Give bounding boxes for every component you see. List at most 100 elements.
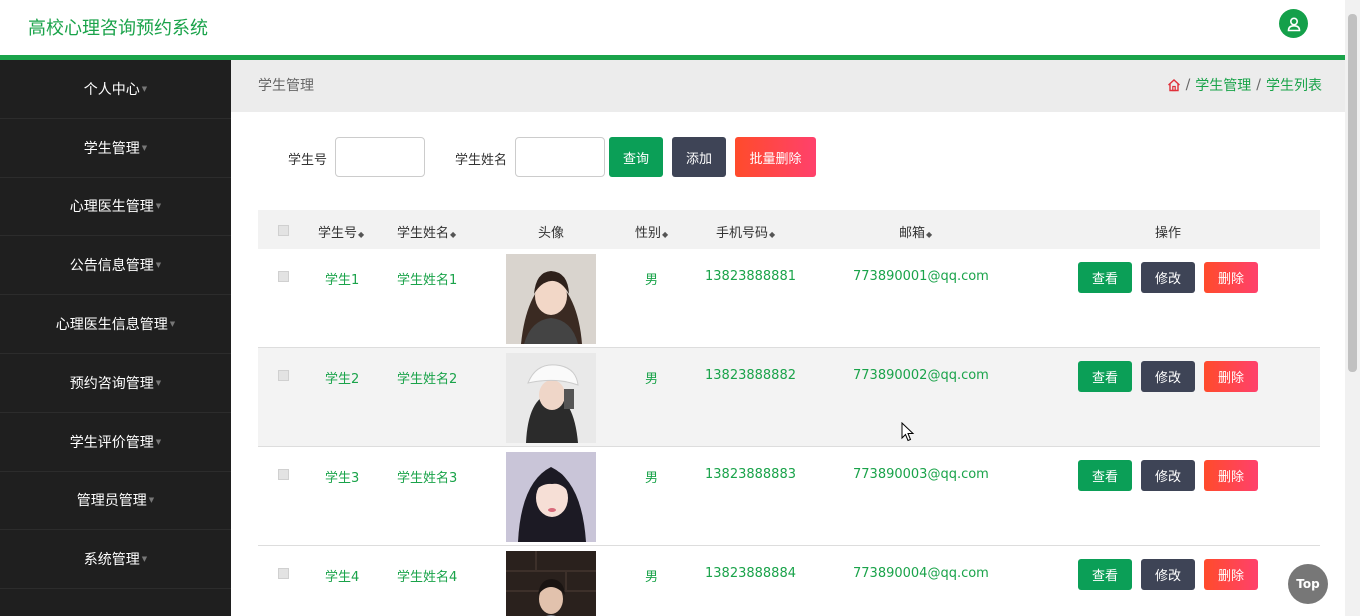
batch-delete-button[interactable]: 批量删除: [735, 137, 816, 177]
table-row: 学生4 学生姓名4 男 13823888884 773890004@qq.com…: [258, 546, 1320, 616]
cell-gender: 男: [645, 570, 659, 585]
cell-student-no: 学生2: [325, 372, 360, 387]
sidebar-item-announcement-management[interactable]: 公告信息管理 ▼: [0, 236, 231, 296]
chevron-down-icon: ▼: [141, 84, 148, 93]
table-row: 学生3 学生姓名3 男 13823888883 773890003@qq.com…: [258, 447, 1320, 546]
breadcrumb-bar: 学生管理 / 学生管理 / 学生列表: [231, 60, 1345, 112]
row-checkbox[interactable]: [278, 568, 289, 579]
header: 高校心理咨询预约系统: [0, 0, 1345, 55]
column-header-avatar: 头像: [538, 226, 565, 241]
student-avatar-image: [506, 452, 596, 542]
view-button[interactable]: 查看: [1078, 262, 1132, 293]
mouse-cursor-icon: [901, 421, 915, 446]
chevron-down-icon: ▼: [169, 320, 176, 329]
student-table: 学生号◆ 学生姓名◆ 头像 性别◆ 手机号码◆ 邮箱◆ 操作 学生1 学生姓名1: [258, 210, 1320, 616]
cell-phone: 13823888882: [705, 368, 796, 383]
sort-icon: ◆: [358, 230, 365, 239]
sidebar-item-admin-management[interactable]: 管理员管理 ▼: [0, 472, 231, 531]
cell-student-no: 学生3: [325, 471, 360, 486]
sort-icon: ◆: [662, 230, 669, 239]
edit-button[interactable]: 修改: [1141, 559, 1195, 590]
user-avatar-button[interactable]: [1279, 9, 1308, 38]
cell-gender: 男: [645, 273, 659, 288]
table-row: 学生2 学生姓名2 男 13823888882 773890002@qq.com…: [258, 348, 1320, 447]
sidebar-item-student-management[interactable]: 学生管理 ▼: [0, 119, 231, 178]
cell-student-name: 学生姓名1: [397, 273, 458, 288]
chevron-down-icon: ▼: [148, 496, 155, 505]
sidebar-item-doctor-info-management[interactable]: 心理医生信息管理 ▼: [0, 295, 231, 354]
student-avatar-image: [506, 254, 596, 344]
view-button[interactable]: 查看: [1078, 361, 1132, 392]
edit-button[interactable]: 修改: [1141, 262, 1195, 293]
chevron-down-icon: ▼: [155, 378, 162, 387]
column-header-actions: 操作: [1155, 226, 1182, 241]
column-header-student-name[interactable]: 学生姓名◆: [397, 222, 456, 241]
cell-student-no: 学生4: [325, 570, 360, 585]
sidebar-item-doctor-management[interactable]: 心理医生管理 ▼: [0, 178, 231, 237]
cell-student-name: 学生姓名3: [397, 471, 458, 486]
chevron-down-icon: ▼: [155, 202, 162, 211]
row-checkbox[interactable]: [278, 370, 289, 381]
query-button[interactable]: 查询: [609, 137, 663, 177]
chevron-down-icon: ▼: [155, 437, 162, 446]
sidebar-item-system-management[interactable]: 系统管理 ▼: [0, 530, 231, 590]
cell-gender: 男: [645, 372, 659, 387]
cell-email: 773890001@qq.com: [853, 269, 989, 284]
page-title: 学生管理: [258, 78, 314, 94]
edit-button[interactable]: 修改: [1141, 361, 1195, 392]
main-content: 学生管理 / 学生管理 / 学生列表 学生号 学生姓名 查询 添加 批量删除 学…: [231, 60, 1345, 616]
edit-button[interactable]: 修改: [1141, 460, 1195, 491]
column-header-student-no[interactable]: 学生号◆: [318, 222, 364, 241]
add-button[interactable]: 添加: [672, 137, 726, 177]
student-no-label: 学生号: [288, 153, 328, 168]
student-no-input[interactable]: [335, 137, 425, 177]
delete-button[interactable]: 删除: [1204, 361, 1258, 392]
sidebar-item-personal-center[interactable]: 个人中心 ▼: [0, 60, 231, 119]
cell-student-name: 学生姓名4: [397, 570, 458, 585]
breadcrumb: / 学生管理 / 学生列表: [1167, 75, 1322, 95]
delete-button[interactable]: 删除: [1204, 460, 1258, 491]
sidebar: 个人中心 ▼ 学生管理 ▼ 心理医生管理 ▼ 公告信息管理 ▼ 心理医生信息管理 ▼ 预约…: [0, 60, 231, 616]
delete-button[interactable]: 删除: [1204, 262, 1258, 293]
select-all-checkbox[interactable]: [278, 225, 289, 236]
chevron-down-icon: ▼: [155, 261, 162, 270]
cell-email: 773890003@qq.com: [853, 467, 989, 482]
table-header: 学生号◆ 学生姓名◆ 头像 性别◆ 手机号码◆ 邮箱◆ 操作: [258, 210, 1320, 249]
breadcrumb-item[interactable]: 学生管理: [1195, 75, 1251, 95]
cell-email: 773890002@qq.com: [853, 368, 989, 383]
page-scrollbar[interactable]: [1345, 0, 1360, 616]
sidebar-item-evaluation-management[interactable]: 学生评价管理 ▼: [0, 413, 231, 472]
column-header-gender[interactable]: 性别◆: [635, 222, 668, 241]
delete-button[interactable]: 删除: [1204, 559, 1258, 590]
user-icon: [1287, 16, 1300, 31]
breadcrumb-item: 学生列表: [1266, 78, 1322, 94]
student-name-label: 学生姓名: [455, 153, 508, 168]
chevron-down-icon: ▼: [141, 555, 148, 564]
table-row: 学生1 学生姓名1 男 13823888881 773890001@qq.com…: [258, 249, 1320, 348]
student-name-input[interactable]: [515, 137, 605, 177]
sort-icon: ◆: [769, 230, 776, 239]
sort-icon: ◆: [926, 230, 933, 239]
cell-student-name: 学生姓名2: [397, 372, 458, 387]
view-button[interactable]: 查看: [1078, 559, 1132, 590]
search-bar: 学生号 学生姓名 查询 添加 批量删除: [231, 137, 1345, 177]
cell-student-no: 学生1: [325, 273, 360, 288]
cell-gender: 男: [645, 471, 659, 486]
student-avatar-image: [506, 353, 596, 443]
view-button[interactable]: 查看: [1078, 460, 1132, 491]
back-to-top-button[interactable]: Top: [1288, 564, 1328, 604]
home-icon[interactable]: [1167, 78, 1181, 92]
sort-icon: ◆: [450, 230, 457, 239]
sidebar-item-appointment-management[interactable]: 预约咨询管理 ▼: [0, 354, 231, 413]
scrollbar-thumb[interactable]: [1348, 14, 1357, 372]
chevron-down-icon: ▼: [141, 143, 148, 152]
app-title: 高校心理咨询预约系统: [28, 18, 208, 39]
row-checkbox[interactable]: [278, 271, 289, 282]
cell-phone: 13823888883: [705, 467, 796, 482]
column-header-email[interactable]: 邮箱◆: [899, 222, 932, 241]
row-checkbox[interactable]: [278, 469, 289, 480]
column-header-phone[interactable]: 手机号码◆: [716, 222, 775, 241]
cell-email: 773890004@qq.com: [853, 566, 989, 581]
cell-phone: 13823888884: [705, 566, 796, 581]
cell-phone: 13823888881: [705, 269, 796, 284]
